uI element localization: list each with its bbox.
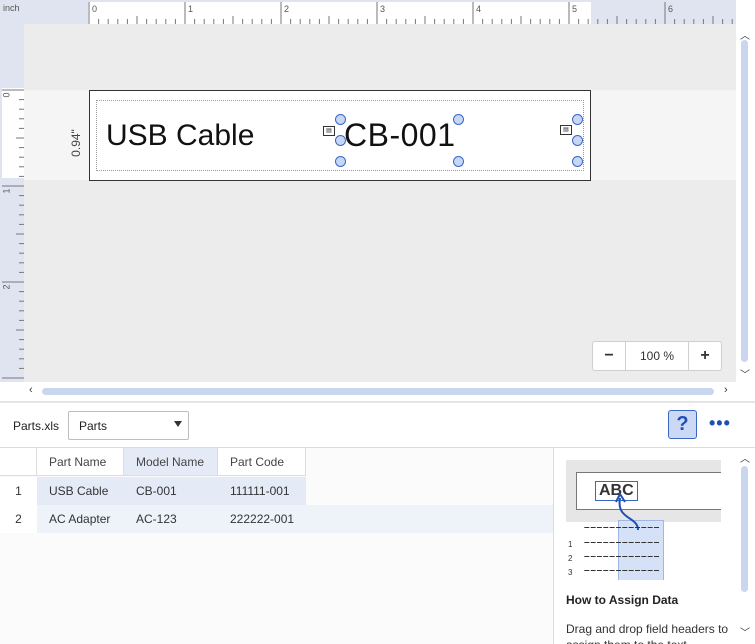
grid-cell[interactable]: CB-001 — [124, 477, 218, 505]
drag-arrow-icon — [615, 491, 639, 531]
panel-divider[interactable] — [0, 401, 755, 403]
zoom-out-button[interactable]: − — [593, 347, 625, 365]
text-object-icon: ▤ — [560, 125, 572, 135]
zoom-control: − 100 % + — [592, 341, 722, 371]
database-file-name: Parts.xls — [13, 419, 60, 433]
scroll-left-icon[interactable]: ‹ — [29, 384, 33, 396]
help-button[interactable]: ? — [668, 410, 697, 439]
ruler-ticks — [2, 89, 24, 379]
zoom-in-button[interactable]: + — [689, 347, 721, 365]
scroll-down-icon[interactable]: ﹀ — [740, 366, 750, 381]
illustration-dashes: – – – – – – – – – – – – — [584, 565, 659, 576]
help-panel: ABC 1 2 3 – – – – – – – – – – – – – – – … — [554, 448, 755, 644]
label-length: 0.94" — [68, 129, 83, 157]
ruler-label: 1 — [1, 188, 12, 194]
ruler-label: 3 — [380, 4, 386, 14]
horizontal-ruler: 0 1 2 3 4 5 6 — [24, 0, 736, 24]
help-title: How to Assign Data — [566, 593, 679, 607]
ruler-corner: inch — [0, 0, 24, 24]
ruler-unit: inch — [3, 3, 20, 13]
grid-cell[interactable]: AC-123 — [124, 505, 218, 533]
scroll-right-icon[interactable]: › — [724, 384, 728, 396]
column-header-part-code[interactable]: Part Code — [218, 448, 306, 476]
ruler-label: 0 — [92, 4, 98, 14]
illustration-dashes: – – – – – – – – – – – – — [584, 522, 659, 533]
canvas-vertical-scrollbar[interactable]: ︿ ﹀ — [736, 24, 755, 382]
grid-cell[interactable]: 111111-001 — [218, 477, 306, 505]
sheet-select[interactable]: Parts — [68, 411, 189, 440]
illustration-dashes: – – – – – – – – – – – – — [584, 551, 659, 562]
scroll-thumb[interactable] — [741, 466, 748, 592]
ruler-label: 4 — [476, 4, 482, 14]
zoom-level[interactable]: 100 % — [625, 342, 689, 370]
resize-handle[interactable] — [572, 114, 583, 125]
scroll-up-icon[interactable]: ︿ — [740, 450, 750, 465]
resize-handle[interactable] — [335, 135, 346, 146]
label-text-object-selected[interactable]: CB-001 — [344, 117, 456, 154]
resize-handle[interactable] — [453, 114, 464, 125]
label-text-object[interactable]: USB Cable — [106, 119, 254, 153]
ruler-label: 6 — [668, 4, 674, 14]
sheet-select-value: Parts — [79, 419, 108, 433]
grid-cell[interactable]: USB Cable — [37, 477, 124, 505]
grid-cell[interactable]: 222222-001 — [218, 505, 306, 533]
grid-cell[interactable]: AC Adapter — [37, 505, 124, 533]
column-header-part-name[interactable]: Part Name — [37, 448, 124, 476]
ruler-label: 5 — [572, 4, 578, 14]
ruler-label: 2 — [284, 4, 290, 14]
ruler-label: 1 — [188, 4, 194, 14]
illustration-dashes: – – – – – – – – – – – – — [584, 537, 659, 548]
scroll-down-icon[interactable]: ﹀ — [740, 624, 750, 639]
resize-handle[interactable] — [335, 156, 346, 167]
text-object-icon: ▤ — [323, 126, 335, 136]
column-header-model-name[interactable]: Model Name — [124, 448, 218, 476]
chevron-down-icon — [174, 421, 182, 427]
scroll-thumb[interactable] — [741, 40, 748, 362]
row-number[interactable]: 2 — [0, 505, 37, 533]
vertical-ruler: 0 1 2 — [0, 24, 24, 382]
resize-handle[interactable] — [572, 156, 583, 167]
grid-corner[interactable] — [0, 448, 37, 476]
ruler-label: 2 — [1, 284, 12, 290]
row-number[interactable]: 1 — [0, 477, 37, 505]
help-body: Drag and drop field headers to assign th… — [566, 622, 729, 644]
more-options-button[interactable]: ••• — [709, 413, 731, 434]
help-panel-scrollbar[interactable]: ︿ ﹀ — [735, 448, 755, 644]
database-grid: Part Name Model Name Part Code 1 USB Cab… — [0, 448, 553, 644]
resize-handle[interactable] — [453, 156, 464, 167]
ruler-label: 0 — [1, 92, 12, 98]
assign-data-illustration: ABC 1 2 3 – – – – – – – – – – – – – – – … — [566, 460, 721, 580]
illustration-row-number: 2 — [568, 554, 573, 563]
label-canvas[interactable]: 0.94" USB Cable CB-001 ▤ ▤ − 100 % + — [24, 24, 736, 382]
illustration-row-number: 1 — [568, 540, 573, 549]
resize-handle[interactable] — [572, 135, 583, 146]
canvas-horizontal-scrollbar[interactable]: ‹ › — [24, 382, 736, 400]
resize-handle[interactable] — [335, 114, 346, 125]
scroll-thumb[interactable] — [42, 388, 714, 395]
illustration-row-number: 3 — [568, 568, 573, 577]
